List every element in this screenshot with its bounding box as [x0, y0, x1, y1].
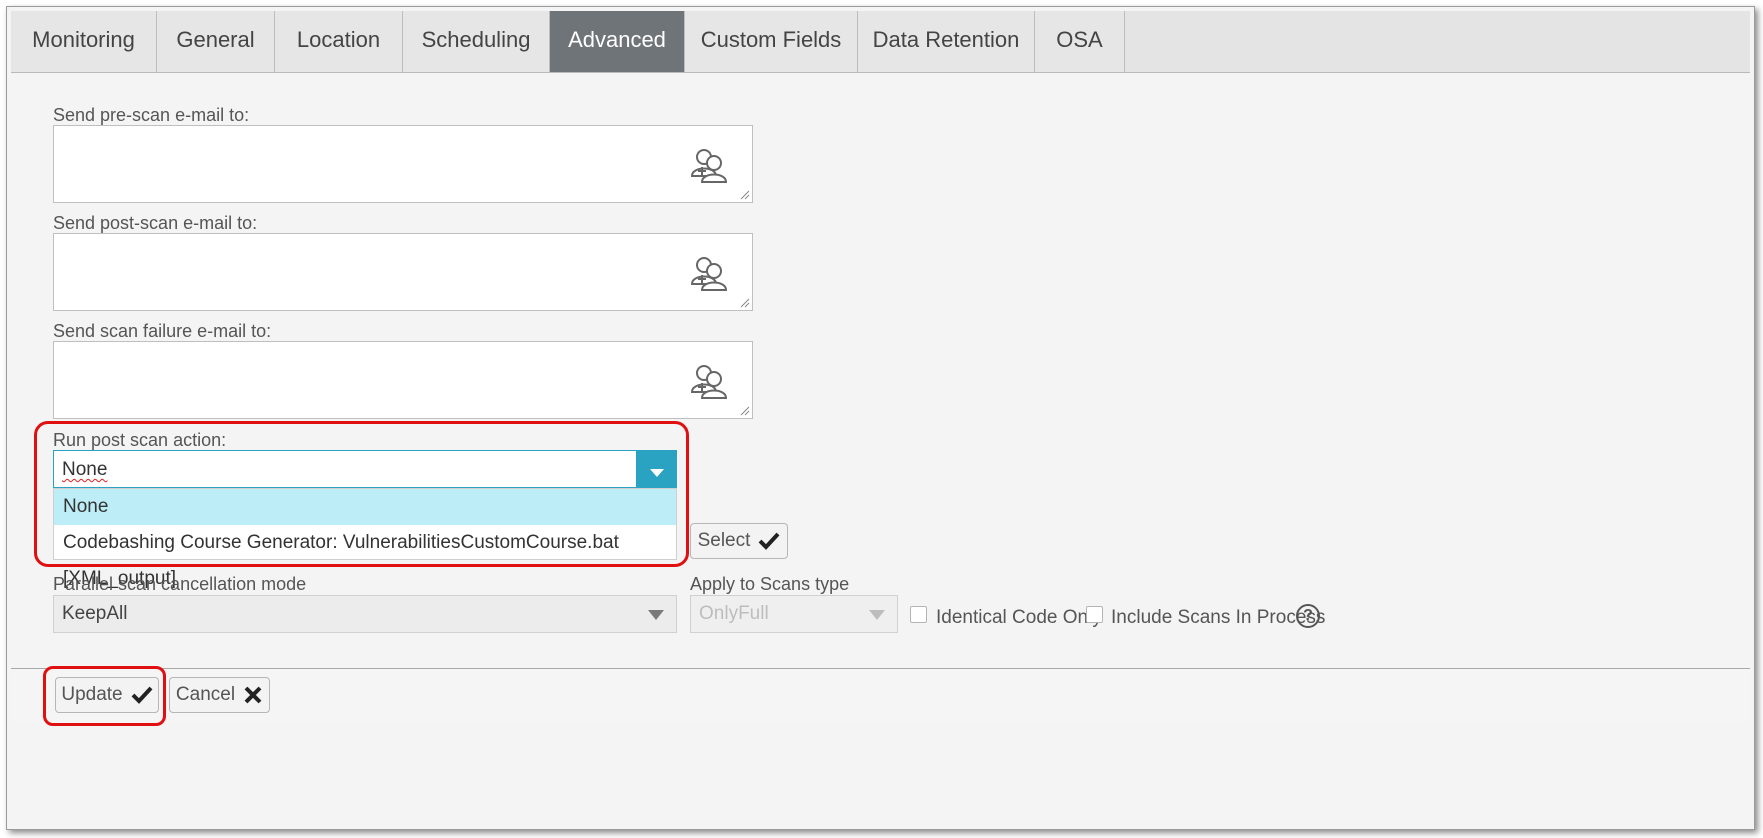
cancel-button[interactable]: Cancel [169, 677, 270, 713]
select-button[interactable]: Select [690, 523, 788, 559]
option-none[interactable]: None [54, 489, 676, 525]
select-button-label: Select [697, 530, 751, 551]
apply-to-select[interactable]: OnlyFull [690, 595, 898, 633]
post-scan-action-select[interactable]: None [53, 450, 677, 488]
post-scan-action-selected: None [62, 459, 108, 480]
checkmark-icon [758, 532, 780, 550]
resize-grip-icon[interactable] [738, 296, 750, 308]
identical-code-label: Identical Code Only [936, 607, 1102, 628]
resize-grip-icon[interactable] [738, 404, 750, 416]
update-button[interactable]: Update [55, 677, 159, 713]
resize-grip-icon[interactable] [738, 188, 750, 200]
parallel-mode-select[interactable]: KeepAll [53, 595, 677, 633]
post-scan-email-label: Send post-scan e-mail to: [53, 213, 258, 233]
tab-monitoring[interactable]: Monitoring [11, 11, 157, 72]
dropdown-arrow-icon [648, 610, 664, 620]
checkmark-icon [131, 686, 153, 704]
identical-code-checkbox[interactable] [910, 606, 927, 623]
post-scan-email-field[interactable] [53, 233, 753, 311]
cancel-button-label: Cancel [175, 684, 236, 705]
tab-osa[interactable]: OSA [1035, 11, 1125, 72]
parallel-mode-label: Parallel scan cancellation mode [53, 574, 307, 594]
tab-scheduling[interactable]: Scheduling [403, 11, 550, 72]
address-book-icon[interactable] [688, 360, 730, 402]
tab-general[interactable]: General [157, 11, 275, 72]
apply-to-label: Apply to Scans type [690, 574, 850, 594]
include-in-process-label: Include Scans In Process [1111, 607, 1326, 628]
pre-scan-email-field[interactable] [53, 125, 753, 203]
address-book-icon[interactable] [688, 252, 730, 294]
pre-scan-email-label: Send pre-scan e-mail to: [53, 105, 250, 125]
close-icon [244, 686, 262, 704]
tab-bar: Monitoring General Location Scheduling A… [11, 11, 1750, 73]
apply-to-value: OnlyFull [699, 603, 769, 624]
tab-custom-fields[interactable]: Custom Fields [685, 11, 858, 72]
failure-email-field[interactable] [53, 341, 753, 419]
update-button-label: Update [61, 684, 123, 705]
tab-advanced[interactable]: Advanced [550, 11, 685, 72]
option-codebashing[interactable]: Codebashing Course Generator: Vulnerabil… [54, 525, 676, 589]
post-scan-action-label: Run post scan action: [53, 430, 227, 450]
tab-location[interactable]: Location [275, 11, 403, 72]
failure-email-label: Send scan failure e-mail to: [53, 321, 272, 341]
address-book-icon[interactable] [688, 144, 730, 186]
dropdown-arrow-icon[interactable] [636, 451, 676, 487]
include-in-process-checkbox[interactable] [1086, 606, 1103, 623]
tab-data-retention[interactable]: Data Retention [858, 11, 1035, 72]
dropdown-arrow-icon [869, 610, 885, 620]
parallel-mode-value: KeepAll [62, 603, 128, 624]
post-scan-action-options: None Codebashing Course Generator: Vulne… [53, 488, 677, 589]
footer-bar [11, 668, 1750, 722]
help-icon[interactable]: ? [1296, 604, 1320, 628]
